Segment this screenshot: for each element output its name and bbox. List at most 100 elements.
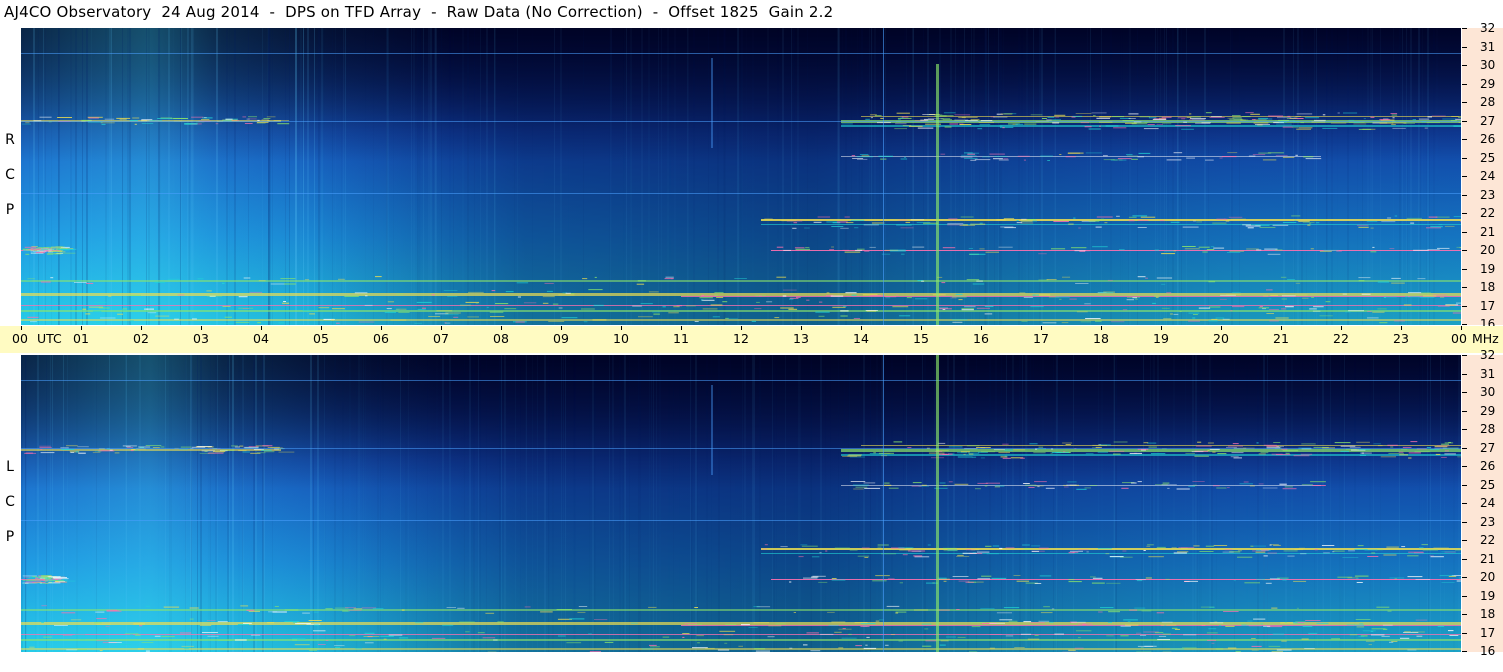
freq-tick-mark (1462, 411, 1467, 412)
freq-tick-mark (1462, 392, 1467, 393)
time-tick-mark (501, 326, 502, 330)
freq-tick-label: 26 (1480, 459, 1496, 473)
time-tick-label: 13 (793, 331, 809, 346)
time-tick-mark (261, 326, 262, 330)
time-tick-label: 05 (313, 331, 329, 346)
spectrogram-rcp-svg (21, 28, 1461, 325)
freq-tick-mark (1462, 28, 1467, 29)
utc-label: UTC (37, 331, 62, 346)
time-tick-mark (1221, 326, 1222, 330)
freq-tick-label: 20 (1480, 243, 1496, 257)
time-tick-mark (561, 326, 562, 330)
polarization-letter: P (5, 529, 15, 545)
frequency-axis-lcp: 32 31 30 29 28 27 26 25 24 23 22 21 20 19 18 17 16 (1462, 349, 1503, 657)
freq-tick-label: 18 (1480, 280, 1496, 294)
time-tick-mark (1341, 326, 1342, 330)
freq-tick-mark (1462, 485, 1467, 486)
freq-tick-mark (1462, 158, 1467, 159)
time-tick-mark (621, 326, 622, 330)
mhz-unit-label: MHz (1472, 331, 1499, 346)
time-tick-label: 08 (493, 331, 509, 346)
freq-tick-label: 30 (1480, 58, 1496, 72)
freq-tick-label: 32 (1480, 348, 1496, 362)
polarization-letter: C (5, 494, 15, 510)
freq-tick-mark (1462, 232, 1467, 233)
freq-tick-mark (1462, 65, 1467, 66)
time-tick-mark (321, 326, 322, 330)
time-tick-label: 09 (553, 331, 569, 346)
freq-tick-label: 20 (1480, 570, 1496, 584)
time-tick-label: 23 (1393, 331, 1409, 346)
freq-tick-label: 19 (1480, 262, 1496, 276)
freq-tick-label: 32 (1480, 21, 1496, 35)
frequency-axis-rcp: 32 31 30 29 28 27 26 25 24 23 22 21 20 19 18 17 16 (1462, 22, 1503, 330)
freq-tick-label: 28 (1480, 422, 1496, 436)
time-tick-label: 01 (73, 331, 89, 346)
freq-tick-label: 21 (1480, 552, 1496, 566)
freq-tick-label: 22 (1480, 206, 1496, 220)
freq-tick-label: 25 (1480, 478, 1496, 492)
time-tick-mark (1281, 326, 1282, 330)
time-tick-mark (141, 326, 142, 330)
time-tick-label: 02 (133, 331, 149, 346)
freq-tick-mark (1462, 102, 1467, 103)
spectrogram-rcp (21, 28, 1461, 325)
freq-tick-mark (1462, 121, 1467, 122)
time-tick-label: 22 (1333, 331, 1349, 346)
time-tick-mark (381, 326, 382, 330)
time-tick-label: 06 (373, 331, 389, 346)
polarization-letter: R (5, 132, 15, 148)
time-tick-label: 15 (913, 331, 929, 346)
freq-tick-label: 24 (1480, 169, 1496, 183)
time-tick-mark (981, 326, 982, 330)
freq-tick-label: 22 (1480, 533, 1496, 547)
time-tick-mark (1101, 326, 1102, 330)
time-tick-label: 19 (1153, 331, 1169, 346)
freq-tick-mark (1462, 448, 1467, 449)
freq-tick-mark (1462, 429, 1467, 430)
freq-tick-label: 28 (1480, 95, 1496, 109)
time-tick-label: 18 (1093, 331, 1109, 346)
spectrogram-lcp (21, 355, 1461, 652)
time-tick-mark (81, 326, 82, 330)
time-tick-label: 21 (1273, 331, 1289, 346)
freq-tick-mark (1462, 540, 1467, 541)
freq-tick-label: 17 (1480, 626, 1496, 640)
time-axis: 00 01 02 03 04 05 06 07 08 09 10 11 12 13 14 15 16 17 18 19… (0, 326, 1503, 353)
freq-tick-label: 27 (1480, 114, 1496, 128)
time-tick-mark (1041, 326, 1042, 330)
freq-tick-mark (1462, 324, 1467, 325)
freq-tick-mark (1462, 195, 1467, 196)
freq-tick-label: 17 (1480, 299, 1496, 313)
freq-tick-label: 24 (1480, 496, 1496, 510)
time-tick-mark (441, 326, 442, 330)
time-tick-label: 20 (1213, 331, 1229, 346)
freq-tick-label: 16 (1480, 644, 1496, 658)
freq-tick-mark (1462, 559, 1467, 560)
time-tick-mark (1161, 326, 1162, 330)
freq-tick-mark (1462, 614, 1467, 615)
time-tick-label: 04 (253, 331, 269, 346)
freq-tick-mark (1462, 213, 1467, 214)
freq-tick-mark (1462, 522, 1467, 523)
freq-tick-mark (1462, 633, 1467, 634)
time-tick-mark (921, 326, 922, 330)
freq-tick-mark (1462, 306, 1467, 307)
freq-tick-label: 29 (1480, 404, 1496, 418)
freq-tick-mark (1462, 355, 1467, 356)
time-tick-label: 03 (193, 331, 209, 346)
time-tick-label: 00 (1451, 331, 1467, 346)
polarization-letter: L (6, 459, 14, 475)
freq-tick-label: 25 (1480, 151, 1496, 165)
time-tick-mark (801, 326, 802, 330)
time-tick-mark (201, 326, 202, 330)
freq-tick-mark (1462, 596, 1467, 597)
freq-tick-mark (1462, 250, 1467, 251)
time-tick-label: 00 (12, 331, 28, 346)
time-tick-mark (741, 326, 742, 330)
time-tick-mark (1401, 326, 1402, 330)
time-tick-label: 14 (853, 331, 869, 346)
chart-title: AJ4CO Observatory 24 Aug 2014 - DPS on T… (4, 3, 834, 21)
freq-tick-mark (1462, 139, 1467, 140)
time-tick-label: 16 (973, 331, 989, 346)
